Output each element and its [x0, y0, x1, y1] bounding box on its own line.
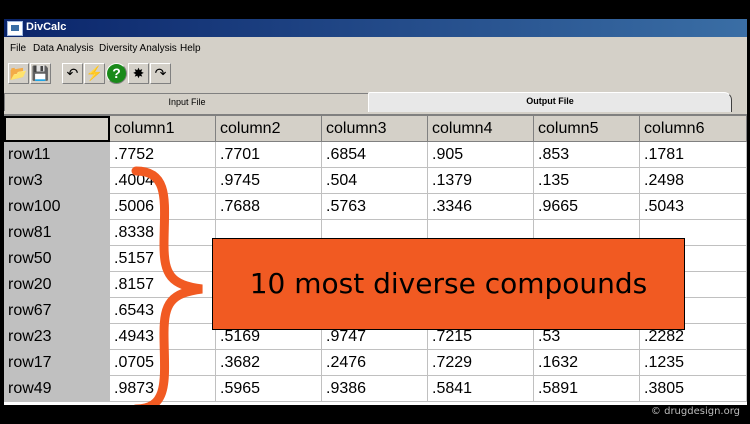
- row-header[interactable]: row20: [4, 272, 110, 298]
- table-cell[interactable]: .905: [428, 142, 534, 168]
- row-header[interactable]: row100: [4, 194, 110, 220]
- table-cell[interactable]: .7229: [428, 350, 534, 376]
- column-header[interactable]: column6: [640, 116, 747, 142]
- row-header[interactable]: row49: [4, 376, 110, 402]
- table-cell[interactable]: .7688: [216, 194, 322, 220]
- row-header[interactable]: row23: [4, 324, 110, 350]
- toolbar: 📂 💾 ↶ ⚡ ? ✸ ↷: [6, 61, 206, 88]
- table-corner[interactable]: [4, 116, 110, 142]
- table-cell[interactable]: .5891: [534, 376, 640, 402]
- table-cell[interactable]: .3346: [428, 194, 534, 220]
- save-icon[interactable]: 💾: [30, 63, 51, 84]
- table-cell[interactable]: .2498: [640, 168, 747, 194]
- table-cell[interactable]: .135: [534, 168, 640, 194]
- table-cell[interactable]: .1781: [640, 142, 747, 168]
- table-cell[interactable]: .504: [322, 168, 428, 194]
- table-cell[interactable]: .9665: [534, 194, 640, 220]
- app-icon: [7, 21, 23, 36]
- row-header[interactable]: row11: [4, 142, 110, 168]
- table-cell[interactable]: .6854: [322, 142, 428, 168]
- table-cell[interactable]: .2476: [322, 350, 428, 376]
- tab-strip: Input File Output File: [4, 92, 747, 112]
- table-cell[interactable]: .9745: [216, 168, 322, 194]
- curly-brace: [131, 166, 203, 405]
- column-header[interactable]: column2: [216, 116, 322, 142]
- table-cell[interactable]: .1235: [640, 350, 747, 376]
- column-header[interactable]: column3: [322, 116, 428, 142]
- table-cell[interactable]: .3682: [216, 350, 322, 376]
- row-header[interactable]: row67: [4, 298, 110, 324]
- column-header[interactable]: column4: [428, 116, 534, 142]
- window-title: DivCalc: [26, 21, 67, 33]
- title-bar[interactable]: DivCalc: [4, 19, 747, 37]
- menu-help[interactable]: Help: [180, 43, 201, 54]
- row-header[interactable]: row81: [4, 220, 110, 246]
- app-window: DivCalc File Data Analysis Diversity Ana…: [4, 19, 747, 405]
- tab-input-file[interactable]: Input File: [4, 93, 370, 111]
- menu-data-analysis[interactable]: Data Analysis: [33, 43, 94, 54]
- redo-icon[interactable]: ↷: [150, 63, 171, 84]
- row-header[interactable]: row17: [4, 350, 110, 376]
- row-header[interactable]: row3: [4, 168, 110, 194]
- table-cell[interactable]: .5965: [216, 376, 322, 402]
- menu-bar: File Data Analysis Diversity Analysis He…: [4, 41, 747, 57]
- menu-diversity-analysis[interactable]: Diversity Analysis: [99, 43, 177, 54]
- table-cell[interactable]: .1632: [534, 350, 640, 376]
- column-header[interactable]: column5: [534, 116, 640, 142]
- table-cell[interactable]: .5763: [322, 194, 428, 220]
- lightning-icon[interactable]: ⚡: [84, 63, 105, 84]
- star-burst-icon[interactable]: ✸: [128, 63, 149, 84]
- table-cell[interactable]: .5841: [428, 376, 534, 402]
- table-cell[interactable]: .1379: [428, 168, 534, 194]
- callout-label: 10 most diverse compounds: [212, 238, 685, 330]
- undo-icon[interactable]: ↶: [62, 63, 83, 84]
- table-cell[interactable]: .3805: [640, 376, 747, 402]
- table-cell[interactable]: .853: [534, 142, 640, 168]
- help-icon[interactable]: ?: [106, 63, 127, 84]
- column-header[interactable]: column1: [110, 116, 216, 142]
- tab-output-file[interactable]: Output File: [368, 92, 732, 112]
- row-header[interactable]: row50: [4, 246, 110, 272]
- table-cell[interactable]: .5043: [640, 194, 747, 220]
- table-cell[interactable]: .9386: [322, 376, 428, 402]
- table-cell[interactable]: .7701: [216, 142, 322, 168]
- open-folder-icon[interactable]: 📂: [8, 63, 29, 84]
- menu-file[interactable]: File: [10, 43, 26, 54]
- credit-text: © drugdesign.org: [650, 406, 740, 417]
